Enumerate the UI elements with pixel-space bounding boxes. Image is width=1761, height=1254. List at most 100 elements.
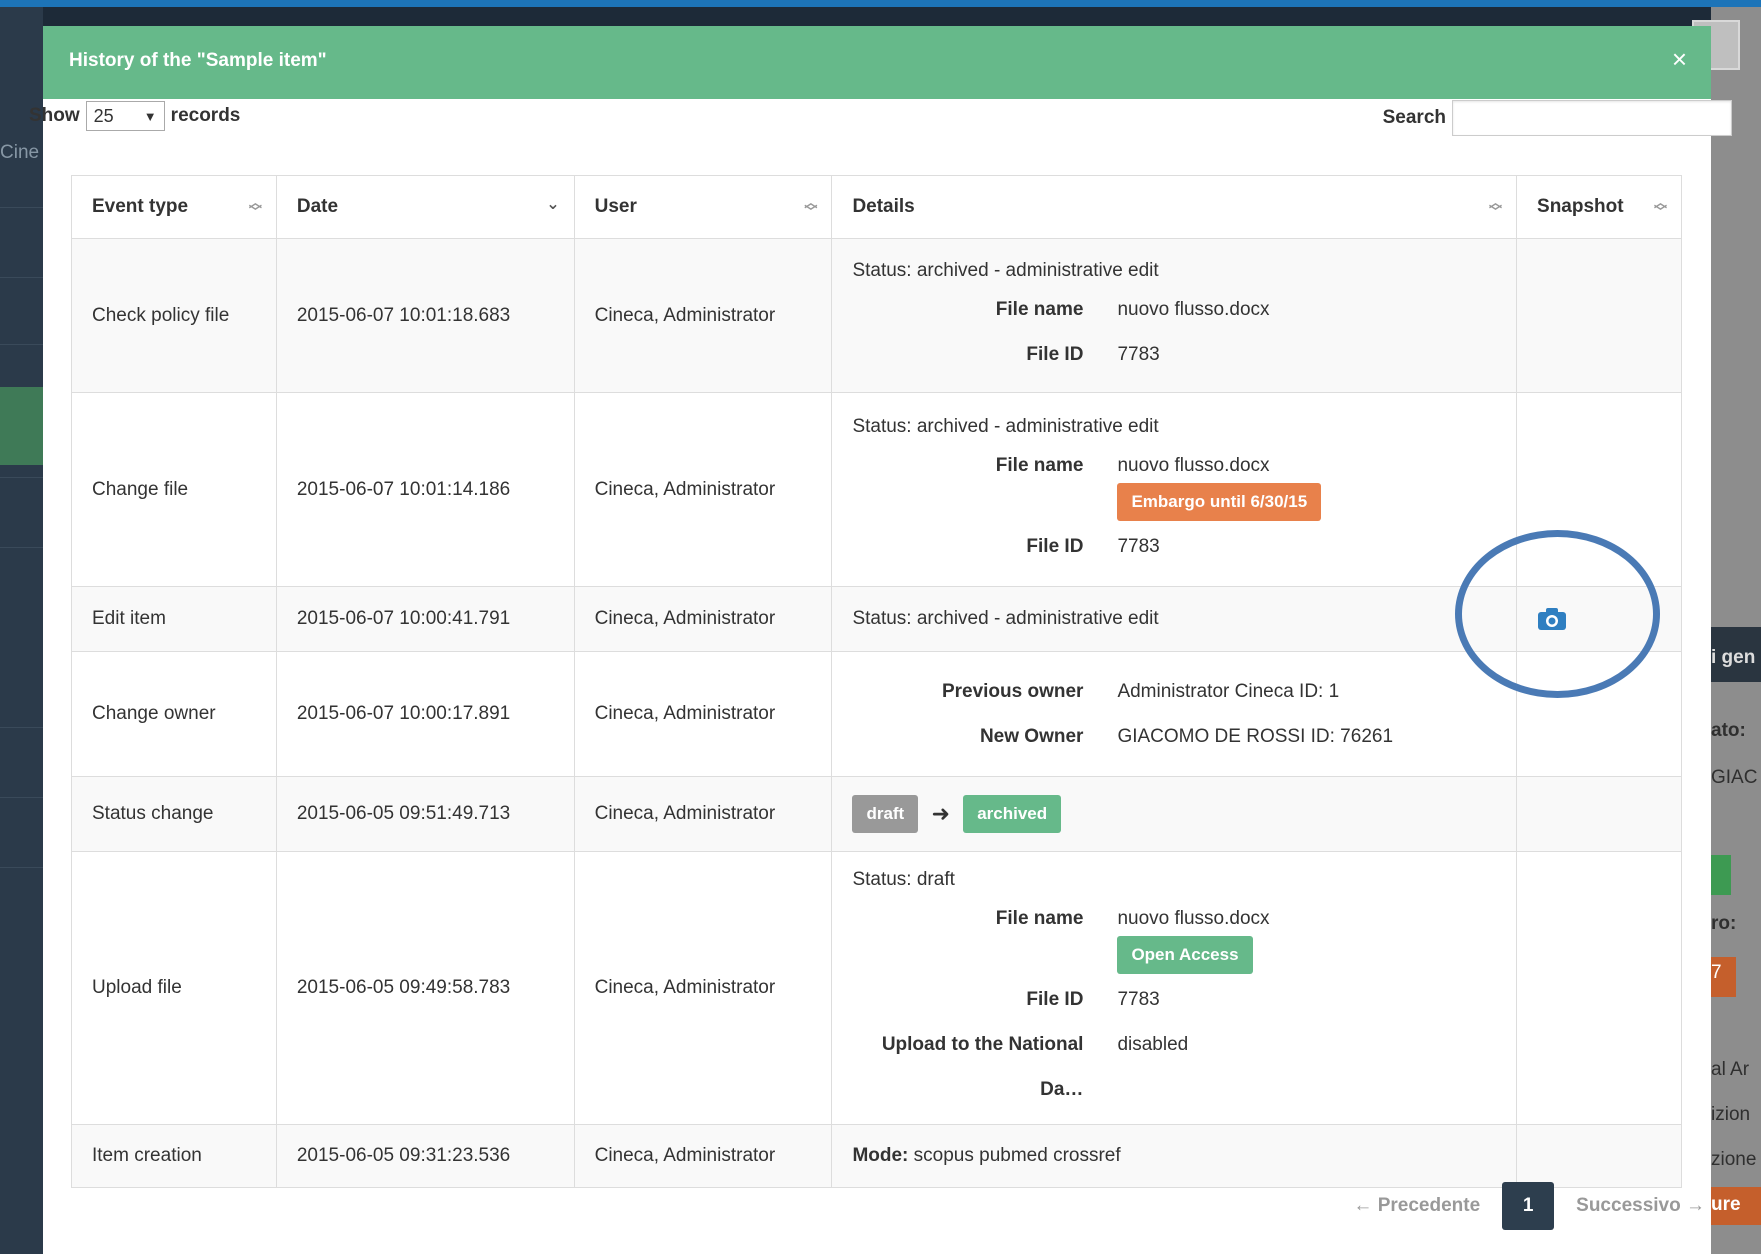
detail-pair: File name nuovo flusso.docx Embargo unti… (852, 443, 1496, 524)
detail-value: disabled (1117, 1034, 1189, 1055)
column-header-date[interactable]: Date ⌄ (275, 175, 575, 239)
arrow-right-icon: ➜ (931, 800, 950, 826)
detail-key: File ID (1026, 535, 1084, 557)
table-row: Upload file 2015-06-05 09:49:58.783 Cine… (71, 851, 1682, 1125)
sort-both-icon: ︿ ﹀ (804, 195, 818, 219)
background-text: al Ar (1711, 1059, 1750, 1080)
background-button (1711, 855, 1731, 895)
search-control: Search (1383, 100, 1732, 136)
snapshot-cell (1516, 1124, 1682, 1188)
background-text: ro: (1711, 913, 1737, 934)
sort-both-icon: ︿ ﹀ (1489, 195, 1503, 219)
snapshot-cell (1516, 651, 1682, 777)
detail-key: File ID (1026, 989, 1084, 1010)
date-cell: 2015-06-05 09:49:58.783 (275, 851, 575, 1125)
snapshot-cell (1516, 238, 1682, 393)
details-cell: Status: archived - administrative edit F… (831, 392, 1518, 587)
status-text: Status: archived - administrative edit (852, 608, 1159, 629)
date-cell: 2015-06-07 10:00:41.791 (275, 586, 575, 652)
date-cell: 2015-06-07 10:01:18.683 (275, 238, 575, 393)
status-badge-from: draft (852, 795, 919, 833)
sidebar-divider (0, 727, 43, 728)
detail-pair: File ID 7783 (852, 977, 1496, 1022)
snapshot-cell (1516, 776, 1682, 852)
background-text: izion (1711, 1104, 1751, 1125)
column-header-label: Event type (92, 196, 189, 217)
user-cell: Cineca, Administrator (573, 586, 833, 652)
snapshot-cell (1516, 851, 1682, 1125)
date-cell: 2015-06-07 10:00:17.891 (275, 651, 575, 777)
details-cell: draft ➜ archived (831, 776, 1518, 852)
column-header-snapshot[interactable]: Snapshot ︿ ﹀ (1516, 175, 1682, 239)
column-header-label: Date (296, 196, 339, 217)
pagination: ← Precedente 1 Successivo → (1331, 1182, 1727, 1230)
table-header-row: Event type ︿ ﹀ Date ⌄ User ︿ ﹀ Details ︿ ﹀ … (71, 175, 1682, 239)
next-page-button[interactable]: Successivo → (1554, 1195, 1727, 1217)
sidebar-divider (0, 207, 43, 208)
user-cell: Cineca, Administrator (573, 238, 833, 393)
detail-key: File name (995, 298, 1084, 320)
date-cell: 2015-06-07 10:01:14.186 (275, 392, 575, 587)
event-type-cell: Change owner (71, 651, 277, 777)
status-text: Status: archived - administrative edit (852, 259, 1159, 281)
detail-key: File name (995, 908, 1084, 929)
table-row: Status change 2015-06-05 09:51:49.713 Ci… (71, 776, 1682, 852)
file-name-value: nuovo flusso.docx (1117, 908, 1270, 929)
snapshot-cell (1516, 586, 1682, 652)
column-header-details[interactable]: Details ︿ ﹀ (831, 175, 1518, 239)
modal-title: History of the "Sample item" (69, 50, 327, 71)
table-row: Change owner 2015-06-07 10:00:17.891 Cin… (71, 651, 1682, 777)
records-per-page-select[interactable]: 25 ▼ (85, 101, 165, 131)
status-text: Status: draft (852, 869, 955, 890)
table-row: Check policy file 2015-06-07 10:01:18.68… (71, 238, 1682, 393)
status-badge-to: archived (963, 795, 1062, 833)
detail-pair: New Owner GIACOMO DE ROSSI ID: 76261 (852, 714, 1496, 759)
table-row: Item creation 2015-06-05 09:31:23.536 Ci… (71, 1124, 1682, 1188)
detail-pair: File name nuovo flusso.docx (852, 287, 1496, 332)
current-page-button[interactable]: 1 (1502, 1182, 1555, 1230)
camera-icon-graphic (1538, 608, 1567, 630)
sidebar-divider (0, 867, 43, 868)
event-type-cell: Status change (71, 776, 277, 852)
event-type-cell: Edit item (71, 586, 277, 652)
sidebar-divider (0, 344, 43, 345)
detail-value: GIACOMO DE ROSSI ID: 76261 (1117, 726, 1394, 747)
previous-page-button[interactable]: ← Precedente (1331, 1195, 1502, 1217)
background-panel: i gen ato: GIAC ro: 7 al Ar izion zione … (1711, 7, 1761, 1254)
mode-value: scopus pubmed crossref (908, 1145, 1121, 1166)
camera-icon[interactable] (1537, 607, 1567, 631)
column-header-user[interactable]: User ︿ ﹀ (573, 175, 833, 239)
embargo-badge: Embargo until 6/30/15 (1117, 482, 1322, 521)
search-label: Search (1382, 107, 1446, 128)
user-cell: Cineca, Administrator (573, 392, 833, 587)
detail-key: File name (995, 454, 1084, 476)
sort-desc-icon: ⌄ (546, 196, 560, 213)
detail-key: File ID (1026, 343, 1084, 365)
date-cell: 2015-06-05 09:51:49.713 (275, 776, 575, 852)
records-per-page-value: 25 (93, 105, 114, 126)
user-cell: Cineca, Administrator (573, 1124, 833, 1188)
mode-label: Mode: (852, 1145, 909, 1166)
table-row: Change file 2015-06-07 10:01:14.186 Cine… (71, 392, 1682, 587)
detail-value: Administrator Cineca ID: 1 (1117, 681, 1340, 702)
user-cell: Cineca, Administrator (573, 651, 833, 777)
background-text: zione (1711, 1149, 1757, 1170)
status-text: Status: archived - administrative edit (852, 415, 1159, 437)
details-cell: Status: draft File name nuovo flusso.doc… (831, 851, 1518, 1125)
column-header-event-type[interactable]: Event type ︿ ﹀ (71, 175, 277, 239)
search-input[interactable] (1452, 100, 1732, 136)
detail-key: Upload to the National Da… (881, 1034, 1084, 1100)
sidebar-divider (0, 797, 43, 798)
detail-value: 7783 (1117, 535, 1160, 557)
records-label: records (170, 105, 241, 126)
user-cell: Cineca, Administrator (573, 851, 833, 1125)
column-header-label: User (594, 196, 637, 217)
modal-header: History of the "Sample item" × (43, 26, 1711, 99)
close-button[interactable]: × (1672, 46, 1687, 72)
detail-key: Previous owner (941, 681, 1084, 702)
background-text: GIAC (1711, 767, 1758, 788)
detail-key: New Owner (979, 726, 1084, 747)
background-text: Cine (0, 142, 40, 163)
detail-value: 7783 (1117, 343, 1160, 365)
date-cell: 2015-06-05 09:31:23.536 (275, 1124, 575, 1188)
